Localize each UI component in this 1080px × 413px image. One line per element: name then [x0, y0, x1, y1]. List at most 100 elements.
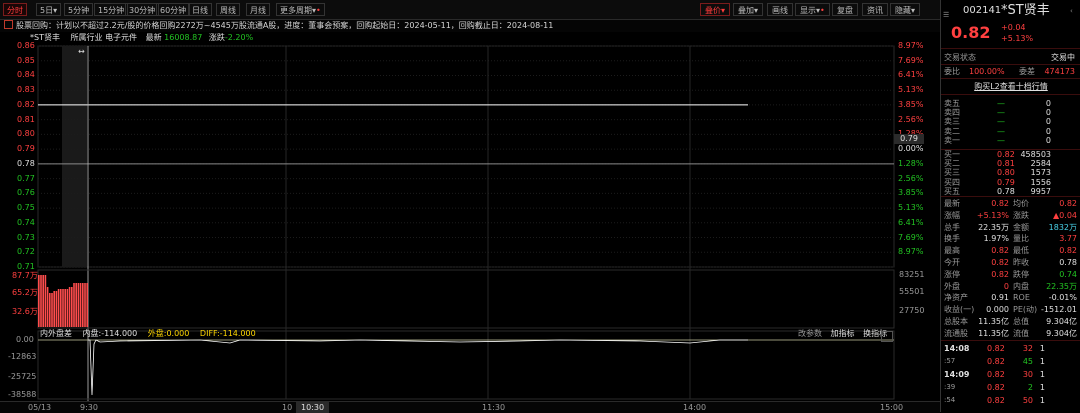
- stats-row: 收益(一) 0.000 PE(动) -1512.01: [941, 304, 1080, 315]
- bid-row[interactable]: 买一 0.82 458503: [941, 150, 1080, 159]
- tick-time: :54: [944, 396, 956, 404]
- tab-weekly[interactable]: 周线: [216, 3, 240, 16]
- tab-monthly[interactable]: 月线: [246, 3, 270, 16]
- bid-row[interactable]: 买五 0.78 9957: [941, 187, 1080, 196]
- stat-label: 涨跌: [1013, 210, 1029, 220]
- tab-60min[interactable]: 60分钟: [156, 3, 191, 16]
- percent-level-label: 2.56%: [898, 173, 924, 183]
- volume-right-3: 27750: [899, 306, 925, 315]
- overlay-add-button[interactable]: 叠加▾: [733, 3, 764, 16]
- stat-label: 最新: [944, 199, 960, 208]
- display-button[interactable]: 显示▾•: [795, 3, 830, 16]
- volume-bar: [60, 289, 62, 327]
- status-value: 交易中: [1051, 53, 1075, 62]
- volume-bar: [84, 283, 86, 327]
- tab-daily[interactable]: 日线: [188, 3, 212, 16]
- ask-label: 卖四: [944, 108, 960, 118]
- diff-label: 委差: [1019, 67, 1035, 76]
- chevron-down-icon: ▾: [911, 6, 916, 15]
- ask-row[interactable]: 卖四 — 0: [941, 108, 1080, 117]
- diff-scale-3: -38588: [8, 390, 37, 399]
- ask-row[interactable]: 卖二 — 0: [941, 127, 1080, 136]
- l2-link[interactable]: 购买L2查看十档行情: [974, 82, 1048, 91]
- bid-volume: 2584: [1030, 159, 1051, 169]
- volume-bar: [66, 289, 69, 327]
- tick-row: :39 0.82 2 1: [941, 382, 1080, 393]
- tick-volume: 2: [1027, 383, 1033, 392]
- bid-row[interactable]: 买二 0.81 2584: [941, 159, 1080, 168]
- tab-15min[interactable]: 15分钟: [94, 3, 129, 16]
- stat-value: 0.82: [991, 258, 1009, 267]
- stats-row: 外盘 0 内盘 22.35万: [941, 281, 1080, 292]
- add-indicator-button[interactable]: 加指标: [831, 329, 855, 338]
- quote-header: ☰ 002141 *ST贤丰 ‹: [941, 3, 1080, 20]
- period-toolbar: 分时 5日▾ 5分钟 15分钟 30分钟 60分钟 日线 周线 月线 更多周期▾…: [0, 0, 940, 20]
- side-tools: [1073, 260, 1080, 340]
- tab-5min[interactable]: 5分钟: [64, 3, 94, 16]
- stats-row: 净资产 0.91 ROE -0.01%: [941, 292, 1080, 303]
- volume-bar: [73, 283, 75, 327]
- volume-bar: [40, 275, 42, 327]
- stat-value: 11.35亿: [978, 317, 1009, 326]
- tick-volume: 30: [1022, 370, 1033, 379]
- news-button[interactable]: 资讯: [862, 3, 888, 16]
- hide-button[interactable]: 隐藏▾: [890, 3, 921, 16]
- diff-value: DIFF:-114.000: [199, 329, 256, 338]
- tab-more-periods[interactable]: 更多周期▾•: [276, 3, 325, 16]
- time-930: 9:30: [80, 403, 98, 412]
- price-grid: [38, 45, 894, 268]
- stat-value: 0: [1003, 281, 1009, 291]
- tick-count: 1: [1039, 383, 1045, 392]
- stock-name-line: *ST贤丰 所属行业 电子元件 最新 16008.87 涨跌-2.20%: [0, 32, 940, 44]
- diff-settings-icon[interactable]: [881, 331, 893, 342]
- ask-row[interactable]: 卖五 — 0: [941, 99, 1080, 108]
- stat-label: 外盘: [944, 281, 960, 291]
- tab-5day[interactable]: 5日▾: [36, 3, 62, 16]
- percent-level-label: 1.28%: [898, 158, 924, 168]
- stat-label: ROE: [1013, 293, 1030, 303]
- price-pane-frame: [37, 45, 895, 268]
- replay-button[interactable]: 复盘: [832, 3, 858, 16]
- price-level-label: 0.78: [17, 158, 35, 168]
- ask-row[interactable]: 卖三 — 0: [941, 117, 1080, 126]
- overlay-price-button[interactable]: 叠价▾: [700, 3, 731, 16]
- tick-price: 0.82: [987, 344, 1005, 353]
- bid-price: 0.78: [997, 186, 1015, 196]
- percent-level-label: 5.13%: [898, 203, 924, 213]
- menu-icon[interactable]: ☰: [943, 8, 949, 22]
- dot-icon: •: [820, 6, 825, 15]
- dot-icon: •: [316, 6, 321, 15]
- stock-name: *ST贤丰: [1001, 3, 1050, 18]
- stock-code: 002141: [963, 5, 1002, 16]
- price-level-label: 0.83: [17, 85, 35, 95]
- intraday-chart[interactable]: ↔ 0.86 0.85 0.84 0.83 0.82 0.81 0.80 0.79 0.78 0.…: [0, 41, 940, 401]
- tick-count: 1: [1039, 370, 1045, 379]
- percent-level-label: 2.56%: [898, 114, 924, 124]
- chevron-icon[interactable]: ‹: [1070, 4, 1073, 18]
- stats-row: 总手 22.35万 金额 1832万: [941, 222, 1080, 233]
- cursor-column: [62, 46, 87, 267]
- ask-price: —: [997, 99, 1005, 108]
- stat-value: 1.97%: [983, 234, 1009, 244]
- bid-label: 买四: [944, 177, 960, 187]
- edit-params-button[interactable]: 改参数: [798, 329, 822, 338]
- ask-label: 卖二: [944, 126, 960, 136]
- stat-value: ▲0.04: [1053, 210, 1077, 220]
- stat-label: PE(动): [1013, 305, 1038, 315]
- tick-row: 14:09 0.82 30 1: [941, 369, 1080, 380]
- draw-line-button[interactable]: 画线: [767, 3, 793, 16]
- tab-30min[interactable]: 30分钟: [125, 3, 160, 16]
- diff-scale-2: -25725: [8, 372, 37, 381]
- tab-intraday[interactable]: 分时: [3, 3, 27, 16]
- divider: [941, 196, 1080, 197]
- info-icon: [4, 20, 13, 29]
- bid-row[interactable]: 买三 0.80 1573: [941, 168, 1080, 177]
- stat-value: 22.35万: [978, 222, 1009, 232]
- overlay-add-label: 叠加: [738, 6, 754, 15]
- ask-volume: 0: [1045, 99, 1051, 108]
- tick-count: 1: [1039, 344, 1045, 353]
- bid-row[interactable]: 买四 0.79 1556: [941, 178, 1080, 187]
- stat-value: +5.13%: [976, 210, 1009, 220]
- price-level-label: 0.76: [17, 188, 35, 198]
- ask-row[interactable]: 卖一 — 0: [941, 136, 1080, 145]
